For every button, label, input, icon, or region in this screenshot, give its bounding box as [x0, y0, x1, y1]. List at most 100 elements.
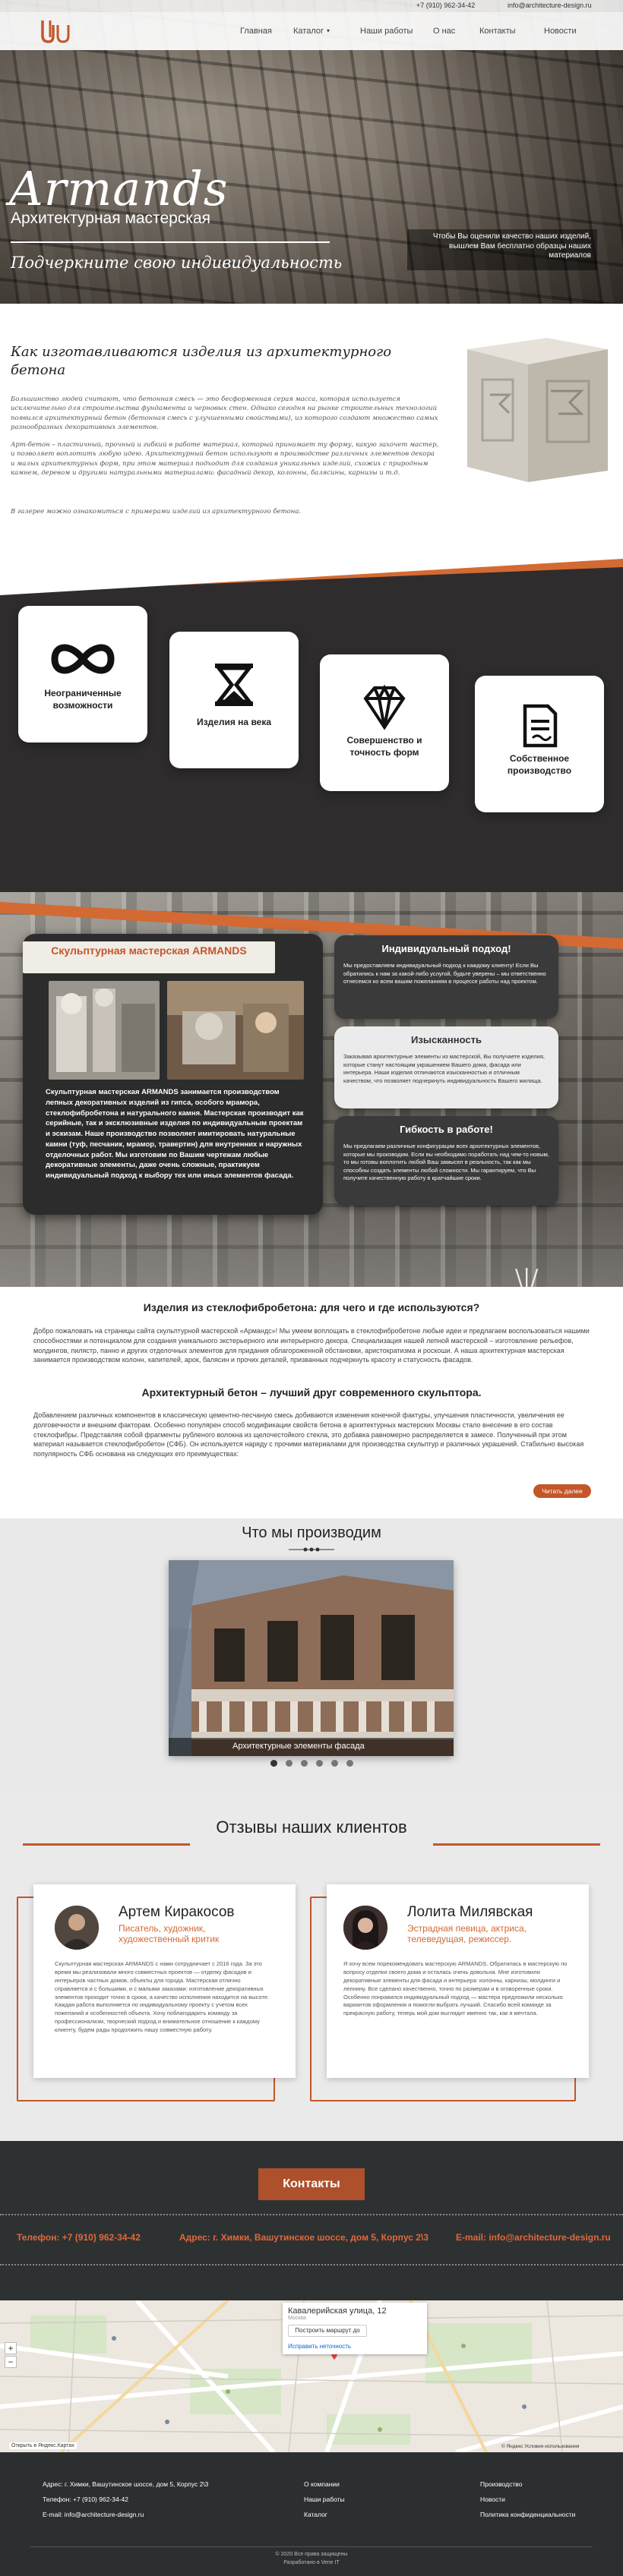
- copyright-text: © 2020 Все права защищены: [275, 2552, 348, 2557]
- footer-address: Адрес: г. Химки, Вашутинское шоссе, дом …: [43, 2480, 209, 2488]
- open-in-yandex-link[interactable]: Открыть в Яндекс.Картах: [9, 2442, 77, 2449]
- title-line: [433, 1843, 600, 1846]
- fix-inaccuracy-link[interactable]: Исправить неточность: [288, 2343, 422, 2350]
- sculpting-photo: [167, 981, 304, 1080]
- advantage-title: Изысканность: [411, 1034, 482, 1045]
- feature-card: Собственное производство: [475, 676, 604, 812]
- advantage-title: Гибкость в работе!: [400, 1124, 493, 1135]
- studio-title: Скульптурная мастерская ARMANDS: [23, 941, 275, 973]
- contact-phone[interactable]: Телефон: +7 (910) 962-34-42: [17, 2232, 141, 2243]
- advantage-card: Гибкость в работе! Мы предлагаем различн…: [334, 1116, 558, 1206]
- reviewer-name: Артем Киракосов: [119, 1904, 235, 1920]
- map-address: Кавалерийская улица, 12: [288, 2306, 387, 2316]
- zoom-in-button[interactable]: +: [5, 2342, 17, 2354]
- section-title: Изделия из стеклофибробетона: для чего и…: [143, 1301, 480, 1313]
- title-divider: [289, 1547, 334, 1552]
- nav-catalog[interactable]: Каталог: [293, 27, 324, 36]
- footer-links: Производство Новости Политика конфиденци…: [480, 2477, 575, 2523]
- slider-dot[interactable]: [331, 1760, 338, 1767]
- review-card: Артем Киракосов Писатель, художник, худо…: [33, 1884, 296, 2078]
- diamond-icon: [363, 685, 406, 730]
- intro-paragraph: Арт-бетон – пластичный, прочный и гибкий…: [11, 441, 439, 477]
- hourglass-icon: [214, 664, 254, 706]
- advantage-card: Изысканность Заказывая архитектурные эле…: [334, 1026, 558, 1108]
- footer-contacts: Адрес: г. Химки, Вашутинское шоссе, дом …: [43, 2477, 208, 2523]
- footer-link-catalog[interactable]: Каталог: [304, 2508, 345, 2523]
- glass-paragraph: Добро пожаловать на страницы сайта скуль…: [33, 1327, 590, 1364]
- top-phone-link[interactable]: +7 (910) 962-34-42: [416, 2, 475, 9]
- hero-slogan: Подчеркните свою индивидуальность: [11, 254, 343, 272]
- developer-text[interactable]: Разработано в Vene IT: [0, 2559, 623, 2568]
- slider-dot[interactable]: [301, 1760, 308, 1767]
- dotted-divider: [0, 2214, 623, 2215]
- feature-card: Совершенство и точность форм: [320, 654, 449, 791]
- logo-watermark: \|/: [515, 1265, 539, 1291]
- advantage-card: Индивидуальный подход! Мы предоставляем …: [334, 935, 558, 1019]
- review-text: Я хочу всем порекомендовать мастерскую A…: [343, 1960, 568, 2017]
- advantage-text: Мы предоставляем индивидуальный подход к…: [343, 962, 546, 985]
- advantage-text: Мы предлагаем различные конфигурации все…: [343, 1143, 549, 1181]
- hero-sample-note: Чтобы Вы оценили качество наших изделий,…: [407, 229, 597, 270]
- reviewer-role: Писатель, художник, художественный крити…: [119, 1923, 220, 1944]
- footer-divider: [30, 2546, 593, 2547]
- feature-card: Неограниченные возможности: [18, 606, 147, 743]
- advantage-title: Индивидуальный подход!: [381, 943, 511, 954]
- feature-label: Неограниченные возможности: [44, 688, 122, 711]
- workshop-photo: [49, 981, 160, 1080]
- facade-photo[interactable]: [169, 1560, 454, 1756]
- feature-label: Собственное производство: [507, 753, 572, 776]
- slide-caption: Архитектурные элементы фасада: [169, 1738, 454, 1756]
- slider-dot-active[interactable]: [270, 1760, 277, 1767]
- reviewer-name: Лолита Милявская: [407, 1904, 533, 1920]
- route-button[interactable]: Построить маршрут до: [288, 2325, 367, 2337]
- studio-card: Скульптурная мастерская ARMANDS Скульпту…: [23, 934, 323, 1215]
- footer-copyright: © 2020 Все права защищены Разработано в …: [0, 2551, 623, 2567]
- slider-dot[interactable]: [346, 1760, 353, 1767]
- hero-subtitle: Архитектурная мастерская: [11, 210, 211, 227]
- feature-label: Совершенство и точность форм: [346, 735, 422, 758]
- hero-divider: [11, 241, 330, 243]
- top-contact-bar: +7 (910) 962-34-42 info@architecture-des…: [0, 0, 623, 12]
- glass-paragraph: Добавлением различных компонентов в клас…: [33, 1411, 584, 1458]
- footer-phone[interactable]: Телефон: +7 (910) 962-34-42: [43, 2492, 208, 2508]
- advantage-text: Заказывая архитектурные элементы из маст…: [343, 1053, 545, 1084]
- feature-card: Изделия на века: [169, 632, 299, 768]
- infinity-icon: [51, 644, 115, 674]
- hero-title: Armands: [9, 161, 229, 216]
- dotted-divider: [0, 2264, 623, 2265]
- nav-works[interactable]: Наши работы: [360, 27, 413, 36]
- studio-description: Скульптурная мастерская ARMANDS занимает…: [46, 1088, 304, 1181]
- title-line: [23, 1843, 190, 1846]
- read-more-button[interactable]: Читать далее: [533, 1484, 591, 1498]
- section-title: Архитектурный бетон – лучший друг соврем…: [141, 1386, 482, 1398]
- concrete-pedestal-image: [467, 338, 608, 482]
- contact-email[interactable]: E-mail: info@architecture-design.ru: [456, 2232, 611, 2243]
- review-text: Скульптурная мастерская ARMANDS с нами с…: [55, 1960, 270, 2033]
- footer-link-works[interactable]: Наши работы: [304, 2492, 345, 2508]
- products-title: Что мы производим: [242, 1524, 381, 1541]
- footer-link-news[interactable]: Новости: [480, 2492, 575, 2508]
- contact-address: Адрес: г. Химки, Вашутинское шоссе, дом …: [179, 2232, 429, 2243]
- main-navigation: Главная Каталог ▾ Наши работы О нас Конт…: [0, 12, 623, 50]
- reviewer-role: Эстрадная певица, актриса, телеведущая, …: [407, 1923, 527, 1944]
- logo[interactable]: [40, 17, 71, 45]
- nav-about[interactable]: О нас: [433, 27, 455, 36]
- nav-news[interactable]: Новости: [544, 27, 577, 36]
- zoom-out-button[interactable]: −: [5, 2356, 17, 2368]
- map-city: Москва: [288, 2316, 306, 2321]
- contacts-section: [0, 2141, 623, 2300]
- chevron-down-icon[interactable]: ▾: [327, 27, 330, 34]
- footer-link-about[interactable]: О компании: [304, 2477, 345, 2492]
- avatar: [343, 1906, 387, 1950]
- nav-home[interactable]: Главная: [240, 27, 272, 36]
- feature-label: Изделия на века: [196, 717, 272, 727]
- map-copyright[interactable]: © Яндекс Условия использования: [501, 2444, 579, 2449]
- intro-title: Как изготавливаются изделия из архитекту…: [11, 344, 392, 379]
- slider-dot[interactable]: [316, 1760, 323, 1767]
- slider-dot[interactable]: [286, 1760, 293, 1767]
- top-email-link[interactable]: info@architecture-design.ru: [508, 2, 592, 9]
- footer-email[interactable]: E-mail: info@architecture-design.ru: [43, 2508, 208, 2523]
- footer-link-privacy[interactable]: Политика конфиденциальности: [480, 2508, 575, 2523]
- footer-link-production[interactable]: Производство: [480, 2477, 575, 2492]
- nav-contacts[interactable]: Контакты: [479, 27, 516, 36]
